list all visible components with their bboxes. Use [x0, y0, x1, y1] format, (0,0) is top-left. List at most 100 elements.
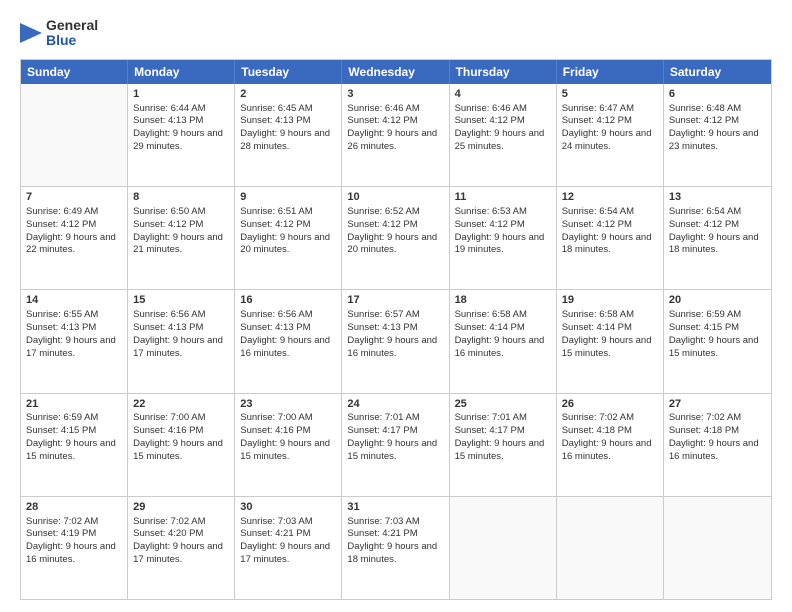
sunset-text: Sunset: 4:12 PM	[562, 219, 632, 230]
day-number: 29	[133, 500, 229, 515]
day-cell-28: 28Sunrise: 7:02 AMSunset: 4:19 PMDayligh…	[21, 497, 128, 599]
daylight-text: Daylight: 9 hours and 22 minutes.	[26, 232, 116, 256]
day-number: 19	[562, 293, 658, 308]
calendar: SundayMondayTuesdayWednesdayThursdayFrid…	[20, 59, 772, 600]
sunset-text: Sunset: 4:14 PM	[455, 322, 525, 333]
sunset-text: Sunset: 4:12 PM	[455, 219, 525, 230]
sunset-text: Sunset: 4:18 PM	[669, 425, 739, 436]
daylight-text: Daylight: 9 hours and 17 minutes.	[240, 541, 330, 565]
sunset-text: Sunset: 4:21 PM	[347, 528, 417, 539]
header-day-monday: Monday	[128, 60, 235, 84]
sunrise-text: Sunrise: 7:00 AM	[133, 412, 205, 423]
daylight-text: Daylight: 9 hours and 15 minutes.	[26, 438, 116, 462]
sunset-text: Sunset: 4:21 PM	[240, 528, 310, 539]
sunrise-text: Sunrise: 7:02 AM	[669, 412, 741, 423]
day-cell-31: 31Sunrise: 7:03 AMSunset: 4:21 PMDayligh…	[342, 497, 449, 599]
day-cell-17: 17Sunrise: 6:57 AMSunset: 4:13 PMDayligh…	[342, 290, 449, 392]
week-row-2: 14Sunrise: 6:55 AM Sunset: 4:13 PM Dayligh…	[21, 289, 771, 392]
day-number: 27	[669, 397, 766, 412]
day-number: 22	[133, 397, 229, 412]
sunset-text: Sunset: 4:15 PM	[669, 322, 739, 333]
day-number: 17	[347, 293, 443, 308]
sunset-text: Sunset: 4:12 PM	[669, 115, 739, 126]
sunset-text: Sunset: 4:12 PM	[347, 115, 417, 126]
day-number: 26	[562, 397, 658, 412]
day-number: 16	[240, 293, 336, 308]
day-cell-15: 15Sunrise: 6:56 AMSunset: 4:13 PMDayligh…	[128, 290, 235, 392]
week-row-4: 28Sunrise: 7:02 AMSunset: 4:19 PMDayligh…	[21, 496, 771, 599]
sunrise-text: Sunrise: 6:52 AM	[347, 206, 419, 217]
empty-cell-4-4	[450, 497, 557, 599]
daylight-text: Daylight: 9 hours and 17 minutes.	[26, 335, 116, 359]
day-number: 14	[26, 293, 122, 308]
daylight-text: Daylight: 9 hours and 23 minutes.	[669, 128, 759, 152]
day-cell-12: 12Sunrise: 6:54 AMSunset: 4:12 PMDayligh…	[557, 187, 664, 289]
daylight-text: Daylight: 9 hours and 24 minutes.	[562, 128, 652, 152]
sunset-text: Sunset: 4:12 PM	[240, 219, 310, 230]
day-number: 9	[240, 190, 336, 205]
daylight-text: Daylight: 9 hours and 18 minutes.	[347, 541, 437, 565]
empty-cell-4-6	[664, 497, 771, 599]
sunrise-text: Sunrise: 6:45 AM	[240, 103, 312, 114]
daylight-text: Daylight: 9 hours and 15 minutes.	[133, 438, 223, 462]
sunset-text: Sunset: 4:16 PM	[240, 425, 310, 436]
daylight-text: Daylight: 9 hours and 15 minutes.	[240, 438, 330, 462]
day-cell-25: 25Sunrise: 7:01 AMSunset: 4:17 PMDayligh…	[450, 394, 557, 496]
sunrise-text: Sunrise: 7:02 AM	[26, 516, 98, 527]
daylight-text: Daylight: 9 hours and 15 minutes.	[455, 438, 545, 462]
sunset-text: Sunset: 4:13 PM	[347, 322, 417, 333]
day-cell-4: 4Sunrise: 6:46 AMSunset: 4:12 PMDaylight…	[450, 84, 557, 186]
sunrise-text: Sunrise: 6:59 AM	[26, 412, 98, 423]
sunset-text: Sunset: 4:13 PM	[240, 322, 310, 333]
day-cell-10: 10Sunrise: 6:52 AMSunset: 4:12 PMDayligh…	[342, 187, 449, 289]
sunset-text: Sunset: 4:15 PM	[26, 425, 96, 436]
day-cell-13: 13Sunrise: 6:54 AMSunset: 4:12 PMDayligh…	[664, 187, 771, 289]
day-number: 20	[669, 293, 766, 308]
sunset-text: Sunset: 4:13 PM	[240, 115, 310, 126]
sunrise-text: Sunrise: 7:02 AM	[133, 516, 205, 527]
day-cell-1: 1Sunrise: 6:44 AMSunset: 4:13 PMDaylight…	[128, 84, 235, 186]
day-cell-2: 2Sunrise: 6:45 AMSunset: 4:13 PMDaylight…	[235, 84, 342, 186]
daylight-text: Daylight: 9 hours and 16 minutes.	[669, 438, 759, 462]
day-cell-23: 23Sunrise: 7:00 AM Sunset: 4:16 PM Dayligh…	[235, 394, 342, 496]
logo: GeneralBlue	[20, 18, 98, 49]
sunrise-text: Sunrise: 7:01 AM	[455, 412, 527, 423]
sunrise-text: Sunrise: 6:56 AM	[133, 309, 205, 320]
day-cell-11: 11Sunrise: 6:53 AMSunset: 4:12 PMDayligh…	[450, 187, 557, 289]
day-number: 25	[455, 397, 551, 412]
day-number: 7	[26, 190, 122, 205]
day-cell-26: 26Sunrise: 7:02 AMSunset: 4:18 PMDayligh…	[557, 394, 664, 496]
sunrise-text: Sunrise: 6:58 AM	[562, 309, 634, 320]
sunrise-text: Sunrise: 7:00 AM	[240, 412, 312, 423]
sunrise-text: Sunrise: 6:56 AM	[240, 309, 312, 320]
sunset-text: Sunset: 4:20 PM	[133, 528, 203, 539]
day-cell-16: 16Sunrise: 6:56 AMSunset: 4:13 PMDayligh…	[235, 290, 342, 392]
day-number: 28	[26, 500, 122, 515]
sunset-text: Sunset: 4:19 PM	[26, 528, 96, 539]
sunrise-text: Sunrise: 6:47 AM	[562, 103, 634, 114]
daylight-text: Daylight: 9 hours and 29 minutes.	[133, 128, 223, 152]
sunset-text: Sunset: 4:12 PM	[669, 219, 739, 230]
day-number: 4	[455, 87, 551, 102]
header-day-sunday: Sunday	[21, 60, 128, 84]
day-cell-5: 5Sunrise: 6:47 AMSunset: 4:12 PMDaylight…	[557, 84, 664, 186]
day-cell-30: 30Sunrise: 7:03 AMSunset: 4:21 PMDayligh…	[235, 497, 342, 599]
header-day-saturday: Saturday	[664, 60, 771, 84]
day-number: 23	[240, 397, 336, 412]
day-number: 6	[669, 87, 766, 102]
day-number: 24	[347, 397, 443, 412]
day-number: 1	[133, 87, 229, 102]
header: GeneralBlue	[20, 18, 772, 49]
header-day-thursday: Thursday	[450, 60, 557, 84]
day-cell-7: 7Sunrise: 6:49 AMSunset: 4:12 PMDaylight…	[21, 187, 128, 289]
daylight-text: Daylight: 9 hours and 25 minutes.	[455, 128, 545, 152]
sunrise-text: Sunrise: 6:49 AM	[26, 206, 98, 217]
day-number: 18	[455, 293, 551, 308]
sunrise-text: Sunrise: 7:03 AM	[347, 516, 419, 527]
page: GeneralBlue SundayMondayTuesdayWednesday…	[0, 0, 792, 612]
week-row-3: 21Sunrise: 6:59 AMSunset: 4:15 PMDayligh…	[21, 393, 771, 496]
day-cell-20: 20Sunrise: 6:59 AMSunset: 4:15 PMDayligh…	[664, 290, 771, 392]
sunrise-text: Sunrise: 6:55 AM	[26, 309, 98, 320]
daylight-text: Daylight: 9 hours and 20 minutes.	[240, 232, 330, 256]
sunset-text: Sunset: 4:14 PM	[562, 322, 632, 333]
